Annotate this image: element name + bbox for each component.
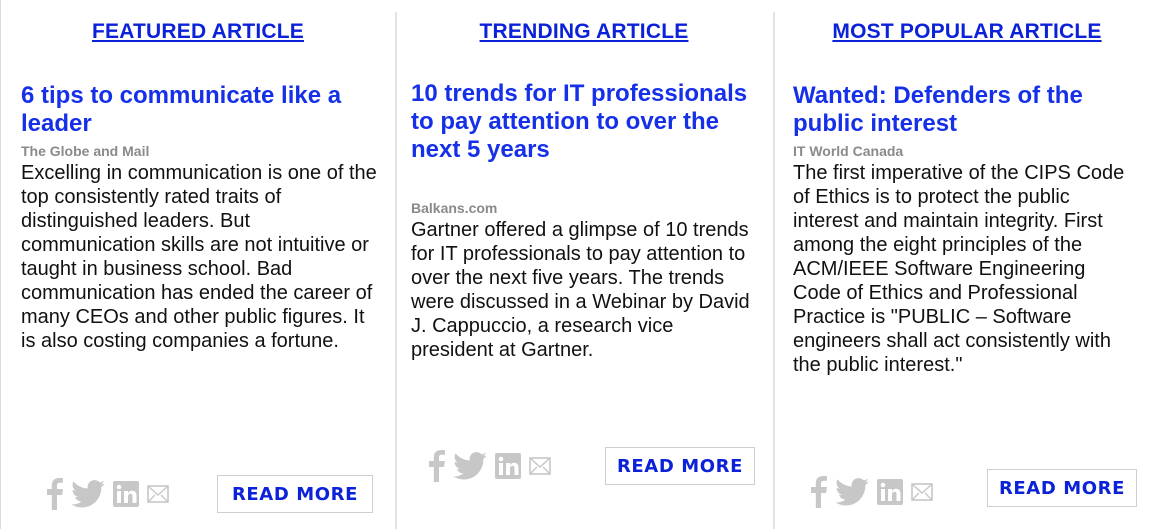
featured-article-summary: Excelling in communication is one of the… [21,162,377,352]
read-more-button[interactable]: READ MORE [217,475,373,513]
newsletter-articles: FEATURED ARTICLE 6 tips to communicate l… [0,0,1160,529]
featured-article-title[interactable]: 6 tips to communicate like a leader [21,82,375,138]
featured-article-header: FEATURED ARTICLE [1,20,395,44]
share-icons [811,476,933,513]
read-more-button[interactable]: READ MORE [605,447,755,485]
featured-article-column: FEATURED ARTICLE 6 tips to communicate l… [1,0,395,529]
most-popular-article-header: MOST POPULAR ARTICLE [773,20,1160,44]
twitter-icon[interactable] [835,478,869,511]
share-icons [429,450,551,487]
most-popular-article-title[interactable]: Wanted: Defenders of the public interest [793,82,1141,138]
trending-article-header: TRENDING ARTICLE [395,20,773,44]
facebook-icon[interactable] [429,450,446,487]
linkedin-icon[interactable] [495,453,521,484]
share-icons [47,478,169,515]
trending-article-column: TRENDING ARTICLE 10 trends for IT profes… [395,0,773,529]
email-icon[interactable] [529,457,551,480]
twitter-icon[interactable] [453,452,487,485]
most-popular-article-source: IT World Canada [793,143,904,159]
most-popular-article-summary: The first imperative of the CIPS Code of… [793,162,1125,376]
linkedin-icon[interactable] [113,481,139,512]
email-icon[interactable] [147,485,169,508]
most-popular-article-link[interactable]: MOST POPULAR ARTICLE [832,20,1101,43]
email-icon[interactable] [911,483,933,506]
trending-article-link[interactable]: TRENDING ARTICLE [480,20,689,43]
facebook-icon[interactable] [811,476,828,513]
trending-article-title[interactable]: 10 trends for IT professionals to pay at… [411,80,757,164]
read-more-button[interactable]: READ MORE [987,469,1137,507]
trending-article-summary: Gartner offered a glimpse of 10 trends f… [411,219,750,361]
facebook-icon[interactable] [47,478,64,515]
featured-article-source: The Globe and Mail [21,143,150,159]
most-popular-article-column: MOST POPULAR ARTICLE Wanted: Defenders o… [773,0,1160,529]
linkedin-icon[interactable] [877,479,903,510]
trending-article-source: Balkans.com [411,200,498,216]
featured-article-link[interactable]: FEATURED ARTICLE [92,20,304,43]
twitter-icon[interactable] [71,480,105,513]
